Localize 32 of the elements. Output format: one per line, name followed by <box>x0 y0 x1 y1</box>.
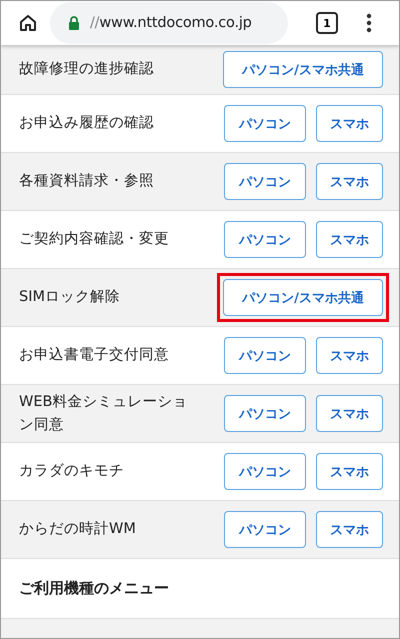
row-label: カラダのキモチ <box>19 462 124 482</box>
row-label: 各種資料請求・参照 <box>19 172 154 192</box>
menu-icon[interactable] <box>366 13 372 33</box>
link-button[interactable]: スマホ <box>316 163 383 200</box>
link-button[interactable]: パソコン <box>224 453 306 490</box>
tab-count[interactable]: 1 <box>316 12 338 34</box>
row-label: お申込み履歴の確認 <box>19 114 154 134</box>
link-button[interactable]: スマホ <box>316 511 383 548</box>
address-bar[interactable]: //www.nttdocomo.co.jp <box>50 2 288 44</box>
url-text: //www.nttdocomo.co.jp <box>90 15 252 31</box>
link-button[interactable]: パソコン <box>224 395 306 432</box>
link-button[interactable]: スマホ <box>316 395 383 432</box>
link-button[interactable]: パソコン/スマホ共通 <box>223 279 383 316</box>
section-heading: ご利用機種のメニュー <box>19 579 169 598</box>
link-button[interactable]: パソコン <box>224 337 306 374</box>
link-button[interactable]: パソコン/スマホ共通 <box>223 51 383 88</box>
link-button[interactable]: スマホ <box>316 453 383 490</box>
link-button[interactable]: パソコン <box>224 221 306 258</box>
lock-icon <box>68 16 80 30</box>
row-label: WEB料金シミュレーション同意 <box>19 393 188 434</box>
link-button[interactable]: スマホ <box>316 337 383 374</box>
link-button[interactable]: パソコン <box>224 163 306 200</box>
home-icon[interactable] <box>18 13 38 33</box>
link-button[interactable]: スマホ <box>316 105 383 142</box>
row-label: お申込書電子交付同意 <box>19 346 169 366</box>
row-label: ご契約内容確認・変更 <box>19 230 169 250</box>
link-button[interactable]: スマホ <box>316 221 383 258</box>
row-label: SIMロック解除 <box>19 288 120 308</box>
link-button[interactable]: パソコン <box>224 105 306 142</box>
row-label: からだの時計WM <box>19 520 136 540</box>
row-label: 故障修理の進捗確認 <box>19 60 154 80</box>
link-button[interactable]: パソコン <box>224 511 306 548</box>
